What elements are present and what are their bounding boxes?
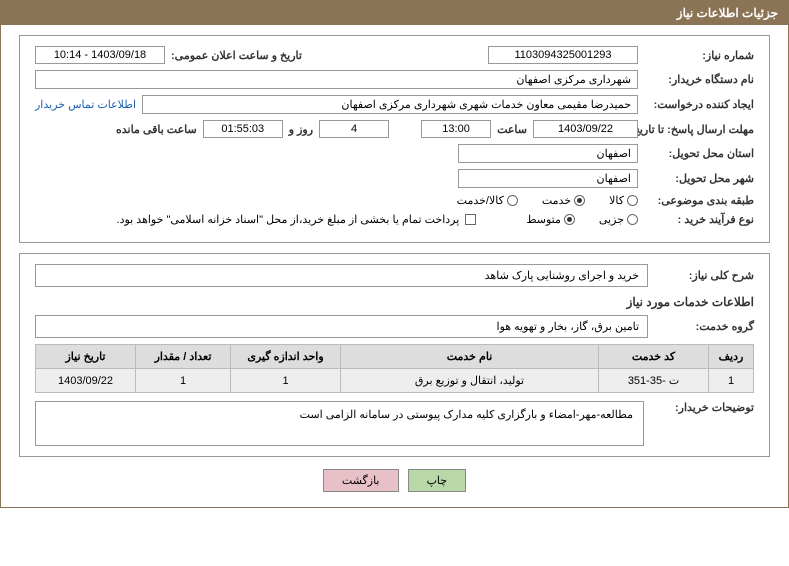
days-value: 4 <box>319 120 389 138</box>
td-date: 1403/09/22 <box>36 369 136 393</box>
radio-medium[interactable]: متوسط <box>526 213 575 226</box>
radio-service[interactable]: خدمت <box>542 194 585 207</box>
detail-section: شرح کلی نیاز: خرید و اجرای روشنایی پارک … <box>19 253 770 457</box>
td-code: ت -35-351 <box>599 369 709 393</box>
button-bar: چاپ بازگشت <box>19 469 770 492</box>
buyer-notes-value: مطالعه-مهر-امضاء و بارگزاری کلیه مدارک پ… <box>35 401 644 446</box>
contact-link[interactable]: اطلاعات تماس خریدار <box>35 98 136 111</box>
need-number-label: شماره نیاز: <box>644 49 754 62</box>
delivery-province-label: استان محل تحویل: <box>644 147 754 160</box>
table-row: 1 ت -35-351 تولید، انتقال و توزیع برق 1 … <box>36 369 754 393</box>
panel-title: جزئیات اطلاعات نیاز <box>1 1 788 25</box>
deadline-date: 1403/09/22 <box>533 120 638 138</box>
requester-value: حمیدرضا مقیمی معاون خدمات شهری شهرداری م… <box>142 95 638 114</box>
td-qty: 1 <box>136 369 231 393</box>
service-group-value: تامین برق، گاز، بخار و تهویه هوا <box>35 315 648 338</box>
need-desc-label: شرح کلی نیاز: <box>654 269 754 282</box>
requester-label: ایجاد کننده درخواست: <box>644 98 754 111</box>
radio-icon <box>507 195 518 206</box>
services-table: ردیف کد خدمت نام خدمت واحد اندازه گیری ت… <box>35 344 754 393</box>
buyer-notes-label: توضیحات خریدار: <box>654 401 754 414</box>
services-info-title: اطلاعات خدمات مورد نیاز <box>35 295 754 309</box>
delivery-city-value: اصفهان <box>458 169 638 188</box>
subject-cat-label: طبقه بندی موضوعی: <box>644 194 754 207</box>
service-group-label: گروه خدمت: <box>654 320 754 333</box>
radio-goods[interactable]: کالا <box>609 194 638 207</box>
td-unit: 1 <box>231 369 341 393</box>
th-unit: واحد اندازه گیری <box>231 345 341 369</box>
delivery-province-value: اصفهان <box>458 144 638 163</box>
process-label: نوع فرآیند خرید : <box>644 213 754 226</box>
td-row: 1 <box>709 369 754 393</box>
payment-checkbox[interactable] <box>465 214 476 225</box>
radio-small[interactable]: جزیی <box>599 213 638 226</box>
back-button[interactable]: بازگشت <box>323 469 399 492</box>
hour-label: ساعت <box>497 123 527 136</box>
remaining-label: ساعت باقی مانده <box>116 123 197 136</box>
radio-icon <box>627 214 638 225</box>
delivery-city-label: شهر محل تحویل: <box>644 172 754 185</box>
info-section: شماره نیاز: 1103094325001293 تاریخ و ساع… <box>19 35 770 243</box>
print-button[interactable]: چاپ <box>408 469 467 492</box>
radio-icon <box>627 195 638 206</box>
th-name: نام خدمت <box>341 345 599 369</box>
th-code: کد خدمت <box>599 345 709 369</box>
deadline-hour: 13:00 <box>421 120 491 138</box>
buyer-org-value: شهرداری مرکزی اصفهان <box>35 70 638 89</box>
th-qty: تعداد / مقدار <box>136 345 231 369</box>
need-number-value: 1103094325001293 <box>488 46 638 64</box>
buyer-org-label: نام دستگاه خریدار: <box>644 73 754 86</box>
countdown-value: 01:55:03 <box>203 120 283 138</box>
radio-icon <box>574 195 585 206</box>
radio-icon <box>564 214 575 225</box>
th-row: ردیف <box>709 345 754 369</box>
need-desc-value: خرید و اجرای روشنایی پارک شاهد <box>35 264 648 287</box>
deadline-label: مهلت ارسال پاسخ: تا تاریخ: <box>644 123 754 136</box>
th-date: تاریخ نیاز <box>36 345 136 369</box>
days-and-label: روز و <box>289 123 313 136</box>
radio-goods-service[interactable]: کالا/خدمت <box>457 194 518 207</box>
payment-note: پرداخت تمام یا بخشی از مبلغ خرید،از محل … <box>117 213 460 226</box>
announce-value: 1403/09/18 - 10:14 <box>35 46 165 64</box>
td-name: تولید، انتقال و توزیع برق <box>341 369 599 393</box>
main-panel: جزئیات اطلاعات نیاز شماره نیاز: 11030943… <box>0 0 789 508</box>
announce-label: تاریخ و ساعت اعلان عمومی: <box>171 49 302 62</box>
